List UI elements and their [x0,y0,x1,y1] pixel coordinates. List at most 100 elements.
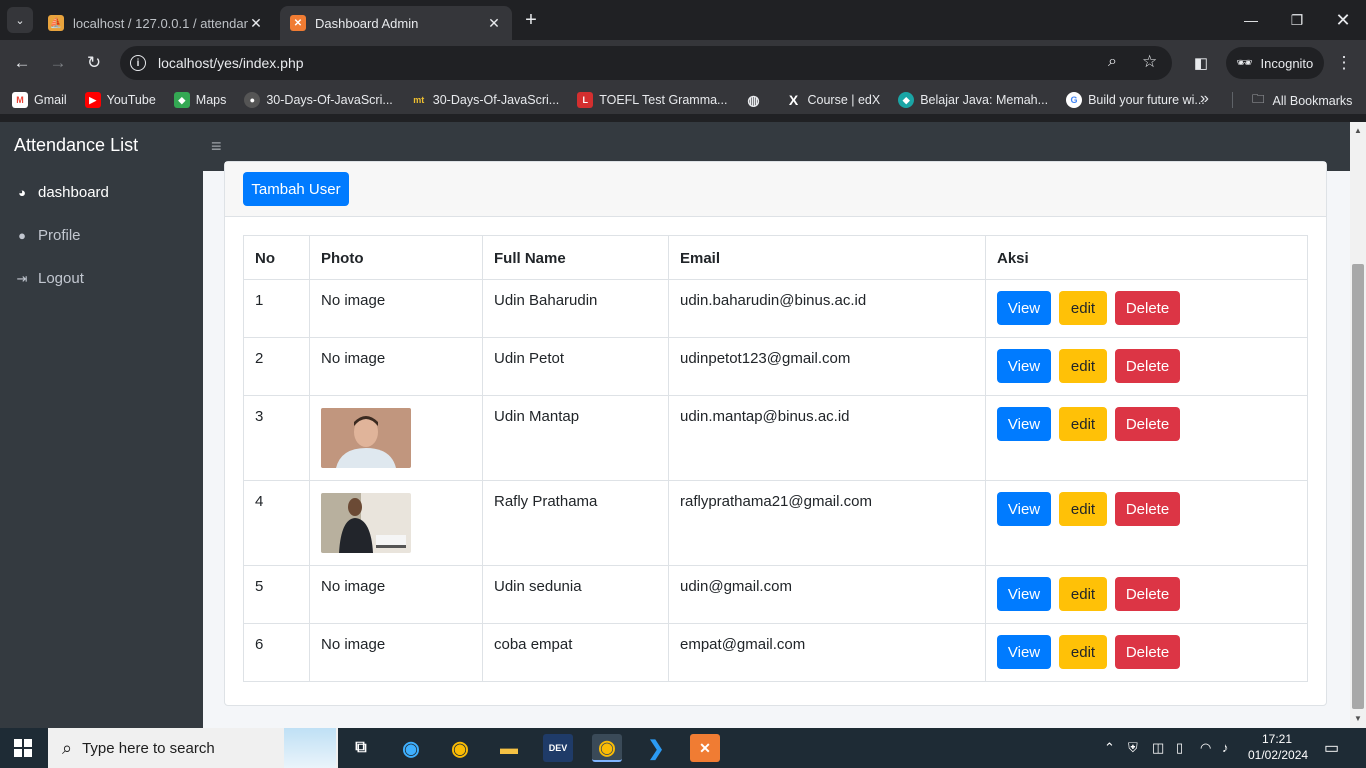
notification-icon[interactable]: ▭ [1324,738,1339,758]
more-bookmarks-icon[interactable]: » [1200,90,1209,108]
view-button[interactable]: View [997,492,1051,526]
devc-icon[interactable]: DEV [543,734,573,762]
close-tab-icon[interactable]: ✕ [248,15,264,32]
restore-button[interactable]: ❐ [1274,0,1320,40]
xampp-taskbar-icon[interactable]: ✕ [690,734,720,762]
view-button[interactable]: View [997,577,1051,611]
scroll-up-icon[interactable]: ▲ [1354,126,1362,135]
edit-button[interactable]: edit [1059,349,1107,383]
cell-email: udin@gmail.com [668,565,986,624]
brand-title[interactable]: Attendance List [0,122,203,171]
bookmark-github[interactable]: ● 30-Days-Of-JavaScri... [244,92,393,108]
vscode-icon[interactable]: ❯ [641,734,671,762]
tab-phpmyadmin[interactable]: ⛵ localhost / 127.0.0.1 / attendance ✕ [38,6,274,40]
sidebar: ◕ dashboard ● Profile ⇥ Logout [0,171,203,728]
edit-button[interactable]: edit [1059,635,1107,669]
menu-icon[interactable]: ⋮ [1332,51,1356,75]
add-user-button[interactable]: Tambah User [243,172,349,206]
bookmark-divider [1232,92,1233,108]
minimize-button[interactable]: — [1228,0,1274,40]
new-tab-button[interactable]: + [520,9,542,31]
close-tab-icon[interactable]: ✕ [486,15,502,32]
taskbar-clock[interactable]: 17:21 01/02/2024 [1248,731,1308,763]
delete-button[interactable]: Delete [1115,291,1180,325]
bookmark-maps[interactable]: ◆ Maps [173,92,226,108]
cell-no: 1 [243,279,310,338]
user-icon: ● [18,228,26,243]
all-bookmarks-button[interactable]: 🗀 All Bookmarks [1252,90,1352,111]
taskbar-search-box[interactable]: ⌕ Type here to search [48,728,338,768]
column-header: Full Name [482,235,669,280]
scroll-down-icon[interactable]: ▼ [1354,714,1362,723]
cell-name: coba empat [482,623,669,682]
zoom-search-icon[interactable]: ⌕ [1108,53,1117,71]
youtube-icon: ▶ [84,92,101,108]
tab-dashboard-admin[interactable]: ✕ Dashboard Admin ✕ [280,6,512,40]
google-icon: G [1066,92,1083,108]
site-info-icon[interactable]: i [130,55,146,71]
delete-button[interactable]: Delete [1115,349,1180,383]
cell-no: 3 [243,395,310,481]
bookmark-mt[interactable]: mt 30-Days-Of-JavaScri... [411,92,559,108]
wifi-icon[interactable]: ◠ [1200,740,1211,756]
view-button[interactable]: View [997,291,1051,325]
forward-button[interactable]: → [46,51,70,75]
bookmark-gmail[interactable]: M Gmail [12,92,67,108]
edit-button[interactable]: edit [1059,577,1107,611]
view-button[interactable]: View [997,349,1051,383]
volume-icon[interactable]: ♪ [1222,740,1229,755]
back-button[interactable]: ← [10,51,34,75]
page-scrollbar[interactable]: ▲ ▼ [1350,122,1366,728]
edge-icon[interactable]: ◉ [396,734,426,762]
bookmark-edx[interactable]: X Course | edX [785,92,880,108]
bookmark-toefl[interactable]: L TOEFL Test Gramma... [577,92,727,108]
meet-icon[interactable]: ◫ [1152,740,1164,756]
close-window-button[interactable]: ✕ [1320,0,1366,40]
incognito-badge[interactable]: 🕶 Incognito [1226,47,1324,79]
sidebar-item-profile[interactable]: ● Profile [0,214,203,257]
belajar-icon: ◆ [898,92,915,108]
delete-button[interactable]: Delete [1115,577,1180,611]
hamburger-menu-icon[interactable]: ≡ [211,136,222,157]
view-button[interactable]: View [997,407,1051,441]
cell-photo: No image [309,623,483,682]
scrollbar-thumb[interactable] [1352,264,1364,709]
sidebar-item-logout[interactable]: ⇥ Logout [0,257,203,300]
show-hidden-icons[interactable]: ⌃ [1104,740,1115,756]
cell-no: 4 [243,480,310,566]
cell-actions: View edit Delete [985,623,1308,682]
bookmark-belajar-java[interactable]: ◆ Belajar Java: Memah... [898,92,1048,108]
reload-button[interactable]: ↻ [82,51,106,75]
address-bar[interactable]: i localhost/yes/index.php ⌕ ☆ [120,46,1172,80]
chrome-icon[interactable]: ◉ [445,734,475,762]
edit-button[interactable]: edit [1059,407,1107,441]
bookmark-star-icon[interactable]: ☆ [1142,52,1157,72]
user-photo[interactable] [321,493,411,553]
cell-actions: View edit Delete [985,279,1308,338]
battery-icon[interactable]: ▯ [1176,740,1183,756]
toefl-icon: L [577,92,594,108]
windows-start-icon[interactable] [14,739,32,757]
user-photo[interactable] [321,408,411,468]
side-panel-icon[interactable]: ◧ [1189,51,1213,75]
edit-button[interactable]: edit [1059,291,1107,325]
chrome-incognito-icon[interactable]: ◉ [592,734,622,762]
task-view-icon[interactable]: ⧉ [346,734,376,762]
delete-button[interactable]: Delete [1115,407,1180,441]
security-icon[interactable]: ⛨ [1128,740,1138,756]
sidebar-item-dashboard[interactable]: ◕ dashboard [0,171,203,214]
users-card: Tambah User No Photo Full Name Email Aks… [224,161,1327,706]
table-row: 6 No image coba empat empat@gmail.com Vi… [243,623,1308,682]
view-button[interactable]: View [997,635,1051,669]
cell-email: udin.baharudin@binus.ac.id [668,279,986,338]
bookmark-youtube[interactable]: ▶ YouTube [84,92,156,108]
delete-button[interactable]: Delete [1115,635,1180,669]
table-row: 2 No image Udin Petot udinpetot123@gmail… [243,337,1308,396]
tab-search-dropdown[interactable]: ⌄ [7,7,33,33]
search-highlight-icon [284,728,336,768]
file-explorer-icon[interactable]: ▬ [494,734,524,762]
edit-button[interactable]: edit [1059,492,1107,526]
delete-button[interactable]: Delete [1115,492,1180,526]
bookmark-google[interactable]: G Build your future wi... [1066,92,1205,108]
bookmark-globe[interactable]: ◍ [745,92,767,108]
